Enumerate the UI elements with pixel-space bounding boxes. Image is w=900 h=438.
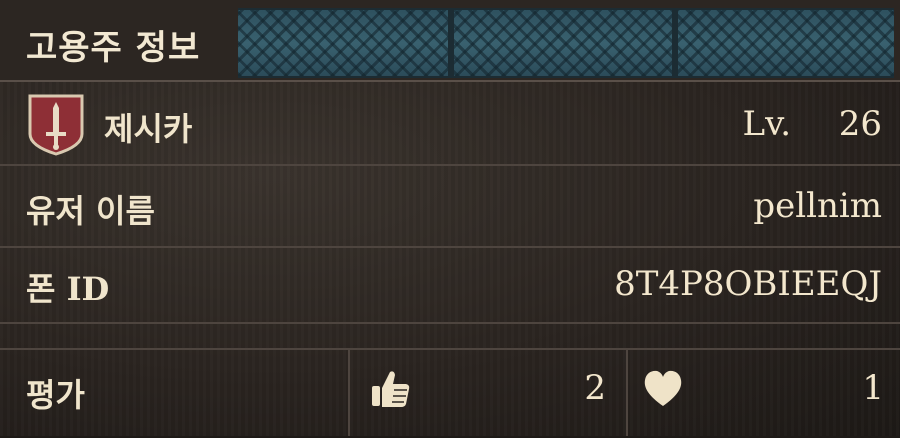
user-name-row: 유저 이름 pellnim [0, 166, 900, 248]
employer-info-panel: 고용주 정보 제시카 Lv. 26 유저 이름 pellnim 폰 ID 8T4… [0, 0, 900, 436]
knot-divider [672, 10, 678, 76]
rating-divider [626, 350, 628, 436]
mercenary-row: 제시카 Lv. 26 [0, 82, 900, 166]
rating-label: 평가 [26, 376, 85, 414]
phone-id-row: 폰 ID 8T4P8OBIEEQJ [0, 248, 900, 324]
rating-row: 평가 [0, 348, 900, 438]
panel-title: 고용주 정보 [26, 28, 201, 68]
heart-icon[interactable] [642, 368, 684, 408]
panel-header: 고용주 정보 [0, 0, 900, 82]
likes-count: 2 [584, 368, 606, 408]
level-prefix: Lv. [742, 104, 792, 144]
sword-shield-icon [28, 94, 84, 156]
phone-id-label: 폰 ID [26, 270, 110, 308]
thumbs-up-icon[interactable] [370, 368, 412, 410]
phone-id-value: 8T4P8OBIEEQJ [614, 264, 882, 304]
celtic-knot-decoration [238, 8, 894, 78]
hearts-count: 1 [862, 368, 884, 408]
knot-divider [448, 10, 454, 76]
user-name-label: 유저 이름 [26, 192, 155, 230]
user-name-value: pellnim [753, 186, 882, 226]
mercenary-level: Lv. 26 [743, 104, 882, 144]
mercenary-name: 제시카 [104, 110, 193, 148]
rating-divider [348, 350, 350, 436]
level-value: 26 [838, 104, 882, 144]
